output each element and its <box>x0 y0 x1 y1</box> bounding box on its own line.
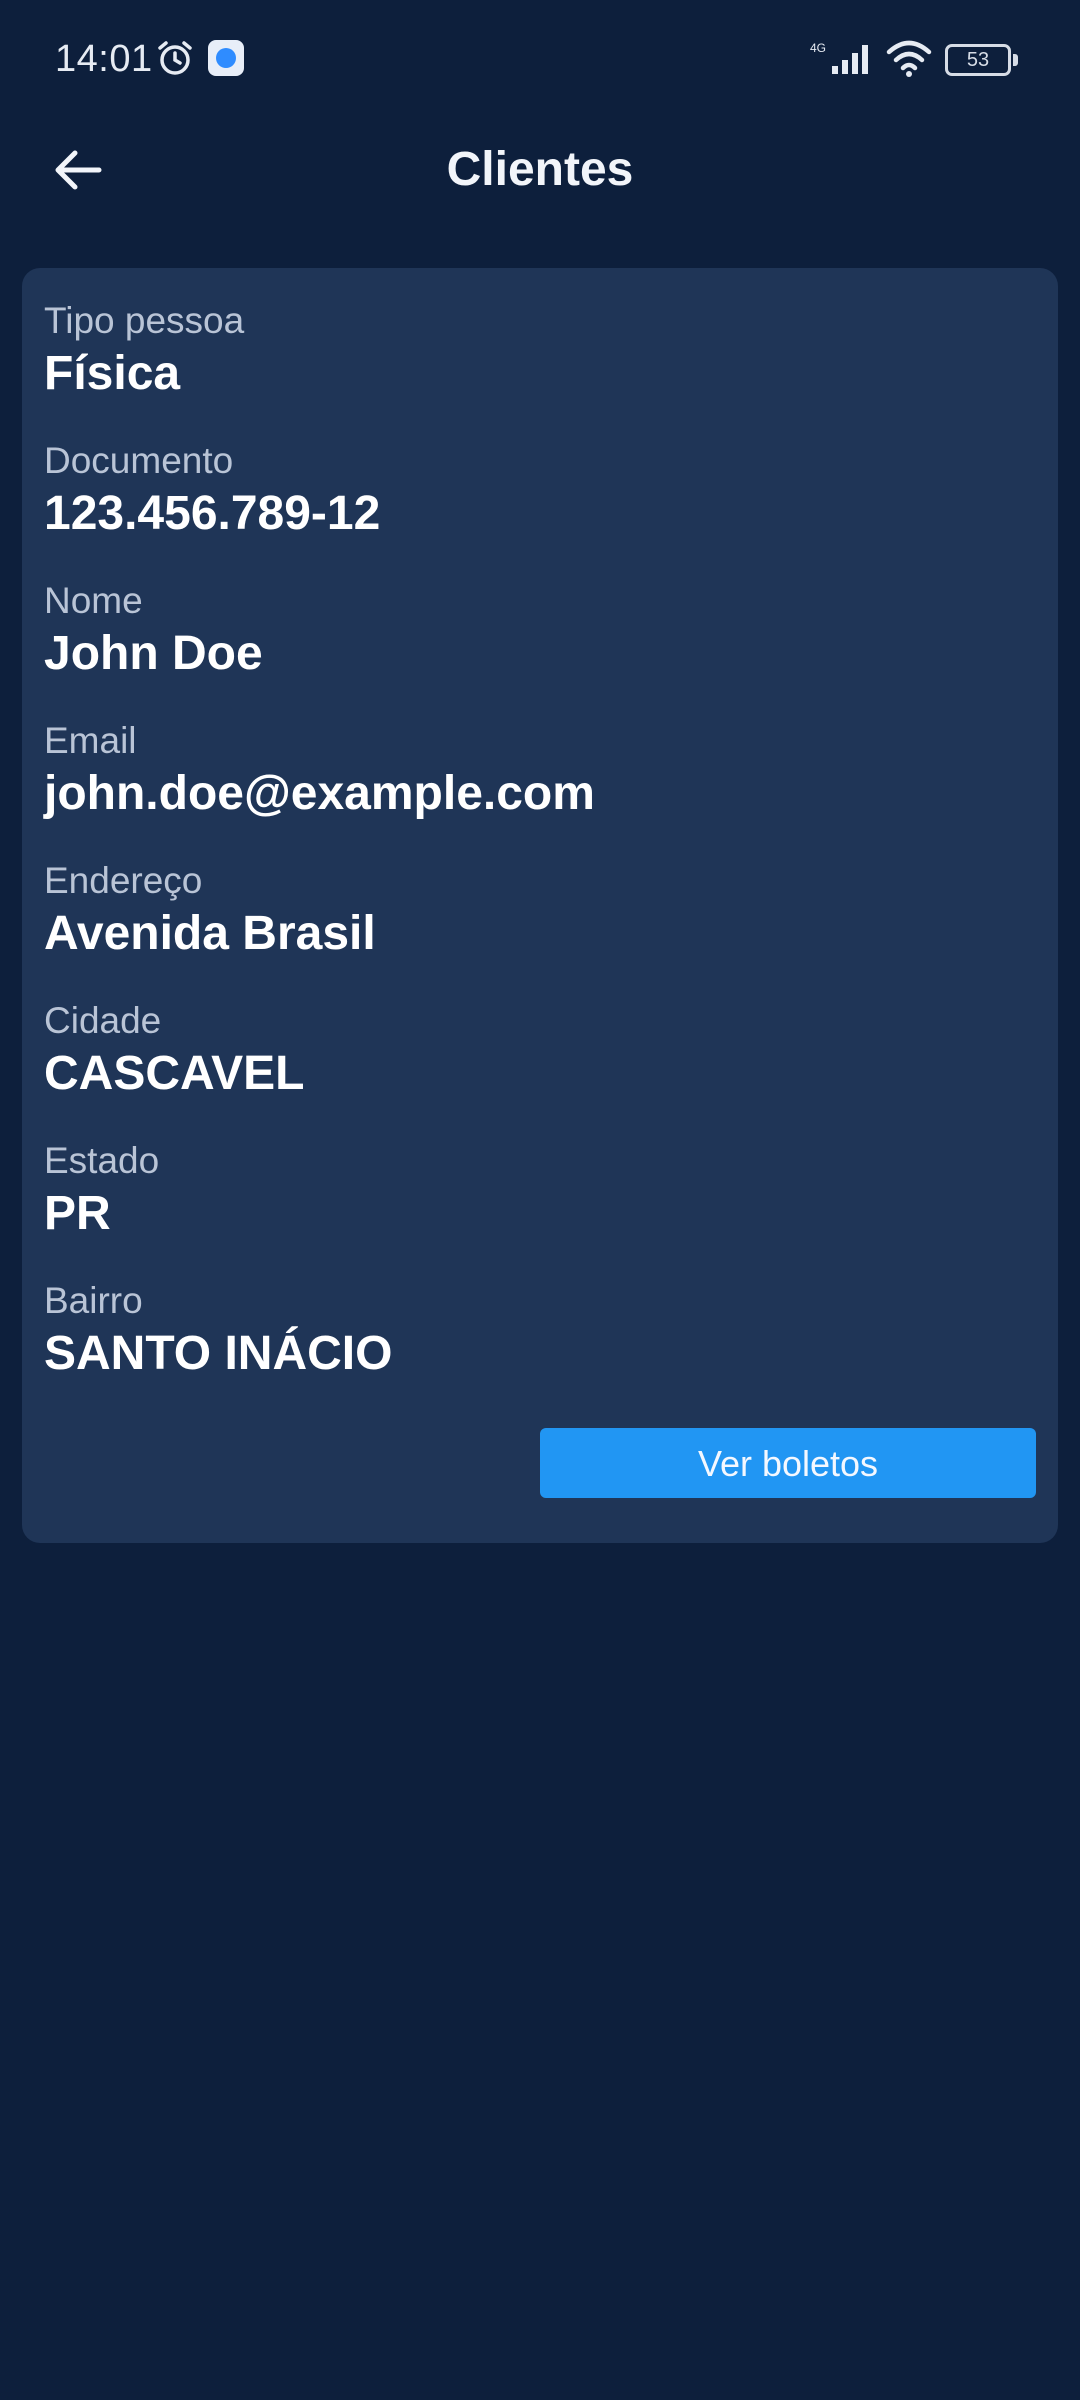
field-estado: Estado PR <box>44 1138 1036 1244</box>
field-label: Estado <box>44 1140 160 1181</box>
ver-boletos-button[interactable]: Ver boletos <box>540 1428 1036 1498</box>
signal-icon: 4G <box>810 41 868 74</box>
wifi-icon <box>886 40 932 77</box>
field-value: john.doe@example.com <box>44 767 595 820</box>
field-nome: Nome John Doe <box>44 578 1036 684</box>
field-value: SANTO INÁCIO <box>44 1327 393 1380</box>
field-value: Avenida Brasil <box>44 907 376 960</box>
field-tipo-pessoa: Tipo pessoa Física <box>44 298 1036 404</box>
field-value: PR <box>44 1187 111 1240</box>
status-bar: 14:01 4G 53 <box>0 0 1080 120</box>
battery-level: 53 <box>966 49 990 71</box>
client-detail-card: Tipo pessoa Física Documento 123.456.789… <box>22 268 1058 1543</box>
field-cidade: Cidade CASCAVEL <box>44 998 1036 1104</box>
field-label: Email <box>44 720 137 761</box>
field-email: Email john.doe@example.com <box>44 718 1036 824</box>
field-documento: Documento 123.456.789-12 <box>44 438 1036 544</box>
field-label: Cidade <box>44 1000 162 1041</box>
back-button[interactable] <box>40 140 116 200</box>
alarm-icon <box>158 41 192 75</box>
app-notification-icon <box>208 40 244 76</box>
arrow-left-icon <box>55 150 102 190</box>
field-endereco: Endereço Avenida Brasil <box>44 858 1036 964</box>
field-label: Documento <box>44 440 234 481</box>
page-title: Clientes <box>446 143 634 196</box>
field-value: John Doe <box>44 627 263 680</box>
field-value: Física <box>44 347 181 400</box>
field-label: Endereço <box>44 860 203 901</box>
field-label: Nome <box>44 580 143 621</box>
field-value: CASCAVEL <box>44 1047 305 1100</box>
app-bar: Clientes <box>0 120 1080 220</box>
network-type-label: 4G <box>810 41 826 55</box>
field-bairro: Bairro SANTO INÁCIO <box>44 1278 1036 1384</box>
field-value: 123.456.789-12 <box>44 487 381 540</box>
status-time: 14:01 <box>55 38 153 80</box>
field-label: Bairro <box>44 1280 143 1321</box>
field-label: Tipo pessoa <box>44 300 245 341</box>
battery-icon: 53 <box>945 44 1019 76</box>
